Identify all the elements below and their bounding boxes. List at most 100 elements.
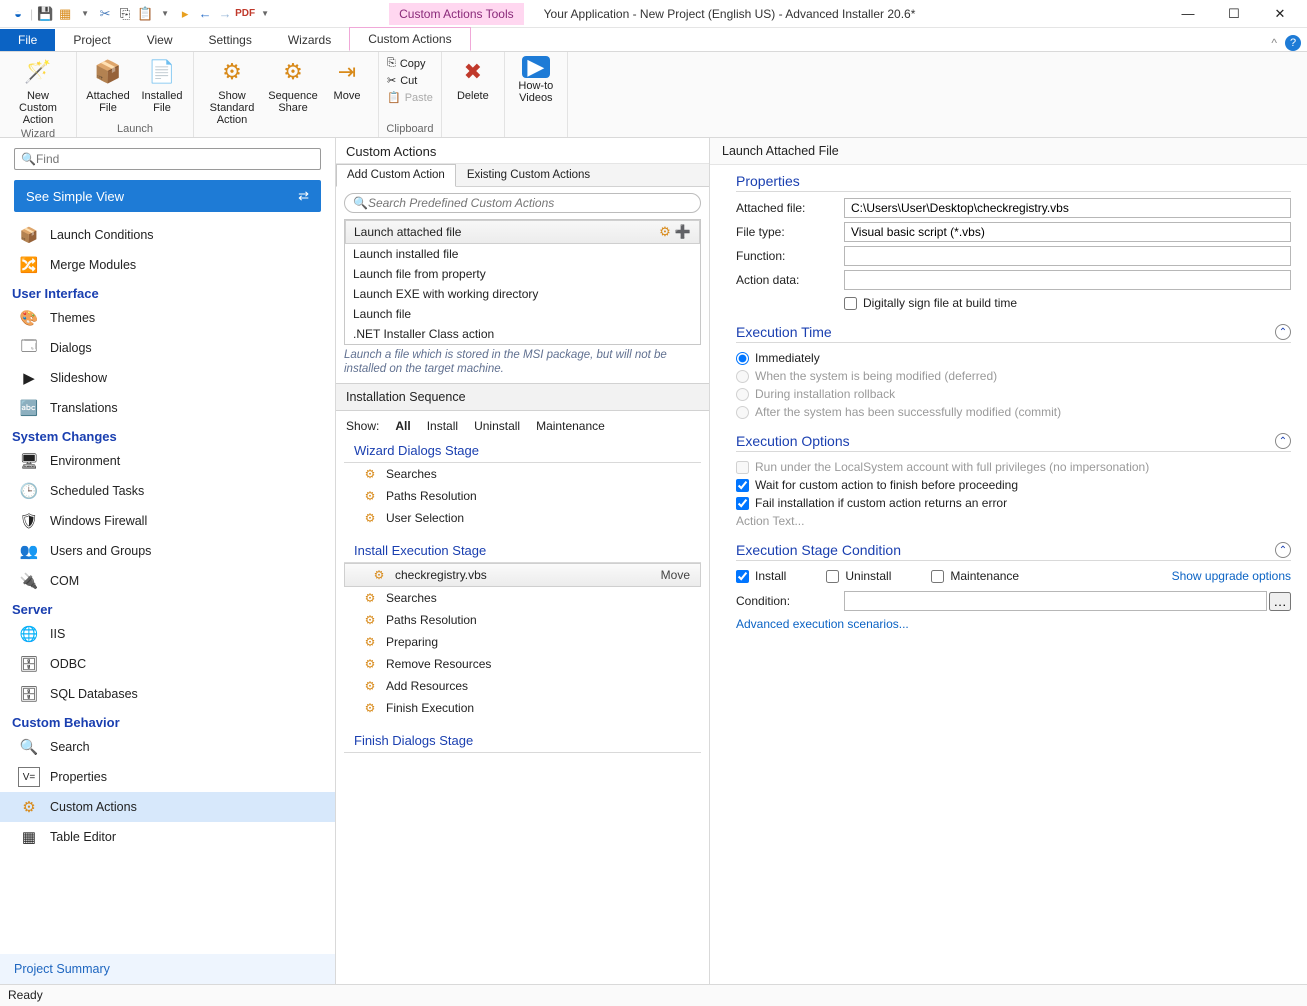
- ca-search-input[interactable]: [368, 196, 692, 210]
- nav-sql[interactable]: 🗄SQL Databases: [0, 679, 335, 709]
- stage-item[interactable]: ⚙Searches: [336, 463, 709, 485]
- nav-environment[interactable]: 🖥Environment: [0, 446, 335, 476]
- delete-button[interactable]: ✖Delete: [448, 54, 498, 121]
- paste-icon[interactable]: 📋: [137, 6, 153, 22]
- nav-slideshow[interactable]: ▶Slideshow: [0, 363, 335, 393]
- nav-search-input[interactable]: [36, 152, 314, 166]
- stage-item[interactable]: ⚙Finish Execution: [336, 697, 709, 719]
- nav-themes[interactable]: 🎨Themes: [0, 303, 335, 333]
- ca-row[interactable]: Launch file from property: [345, 264, 700, 284]
- ca-row[interactable]: Launch file: [345, 304, 700, 324]
- cond-install-checkbox[interactable]: [736, 570, 749, 583]
- nav-search[interactable]: 🔍: [14, 148, 321, 170]
- nav-search-item[interactable]: 🔍Search: [0, 732, 335, 762]
- ca-row[interactable]: Launch EXE with working directory: [345, 284, 700, 304]
- nav-custom-actions[interactable]: ⚙Custom Actions: [0, 792, 335, 822]
- paste-button[interactable]: 📋Paste: [385, 90, 435, 105]
- stage-item[interactable]: ⚙Preparing: [336, 631, 709, 653]
- nav-iis[interactable]: 🌐IIS: [0, 619, 335, 649]
- tab-wizards[interactable]: Wizards: [270, 29, 349, 51]
- filter-all[interactable]: All: [395, 419, 410, 433]
- nav-users-groups[interactable]: 👥Users and Groups: [0, 536, 335, 566]
- stage-item[interactable]: ⚙Add Resources: [336, 675, 709, 697]
- nav-scheduled-tasks[interactable]: 🕒Scheduled Tasks: [0, 476, 335, 506]
- nav-table-editor[interactable]: ▦Table Editor: [0, 822, 335, 852]
- nav-com[interactable]: 🔌COM: [0, 566, 335, 596]
- filter-uninstall[interactable]: Uninstall: [474, 419, 520, 433]
- minimize-button[interactable]: —: [1165, 0, 1211, 28]
- filetype-input[interactable]: [844, 222, 1291, 242]
- stage-item[interactable]: ⚙Paths Resolution: [336, 609, 709, 631]
- cond-maint-checkbox[interactable]: [931, 570, 944, 583]
- tab-existing-ca[interactable]: Existing Custom Actions: [456, 164, 601, 186]
- nav-properties[interactable]: V=Properties: [0, 762, 335, 792]
- close-button[interactable]: ✕: [1257, 0, 1303, 28]
- new-custom-action-button[interactable]: 🪄 New Custom Action: [6, 54, 70, 126]
- simple-view-button[interactable]: See Simple View ⇄: [14, 180, 321, 212]
- move-button[interactable]: ⇥Move: [322, 54, 372, 126]
- stage-item[interactable]: ⚙User Selection: [336, 507, 709, 529]
- cut-button[interactable]: ✂Cut: [385, 73, 435, 88]
- show-standard-button[interactable]: ⚙Show Standard Action: [200, 54, 264, 126]
- opt-fail-checkbox[interactable]: [736, 497, 749, 510]
- copy-icon[interactable]: ⎘: [117, 6, 133, 22]
- radio-immediate[interactable]: [736, 352, 749, 365]
- tab-view[interactable]: View: [129, 29, 191, 51]
- collapse-icon[interactable]: ⌃: [1275, 324, 1291, 340]
- collapse-icon[interactable]: ⌃: [1275, 433, 1291, 449]
- ribbon-collapse-icon[interactable]: ^: [1271, 36, 1277, 50]
- filter-maintenance[interactable]: Maintenance: [536, 419, 605, 433]
- condition-input[interactable]: [844, 591, 1267, 611]
- stage-item[interactable]: ⚙Paths Resolution: [336, 485, 709, 507]
- nav-odbc[interactable]: 🗄ODBC: [0, 649, 335, 679]
- add-seq-icon[interactable]: ⚙: [659, 224, 671, 240]
- function-input[interactable]: [844, 246, 1291, 266]
- project-summary-button[interactable]: Project Summary: [0, 954, 335, 984]
- howto-button[interactable]: ▶How-to Videos: [511, 54, 561, 121]
- tab-settings[interactable]: Settings: [191, 29, 270, 51]
- installed-file-button[interactable]: 📄Installed File: [137, 54, 187, 121]
- qat-customize-icon[interactable]: ▼: [257, 6, 273, 22]
- forward-icon[interactable]: →: [217, 6, 233, 22]
- ca-row-launch-attached[interactable]: Launch attached file ⚙➕: [345, 220, 700, 244]
- dropdown-icon[interactable]: ▼: [77, 6, 93, 22]
- tab-project[interactable]: Project: [55, 29, 128, 51]
- tab-file[interactable]: File: [0, 29, 55, 51]
- pdf-icon[interactable]: PDF: [237, 6, 253, 22]
- help-icon[interactable]: ?: [1285, 35, 1301, 51]
- ca-row[interactable]: Launch installed file: [345, 244, 700, 264]
- nav-translations[interactable]: 🔤Translations: [0, 393, 335, 423]
- move-link[interactable]: Move: [661, 568, 690, 582]
- grid-icon[interactable]: ▦: [57, 6, 73, 22]
- nav-firewall[interactable]: 🛡Windows Firewall: [0, 506, 335, 536]
- add-noseq-icon[interactable]: ➕: [675, 224, 691, 240]
- sequence-share-button[interactable]: ⚙Sequence Share: [268, 54, 318, 126]
- attached-file-button[interactable]: 📦Attached File: [83, 54, 133, 121]
- condition-browse[interactable]: …: [1269, 592, 1291, 611]
- adv-scenarios-link[interactable]: Advanced execution scenarios...: [736, 617, 909, 631]
- nav-dialogs[interactable]: 🗔Dialogs: [0, 333, 335, 363]
- nav-merge-modules[interactable]: 🔀Merge Modules: [0, 250, 335, 280]
- opt-wait-checkbox[interactable]: [736, 479, 749, 492]
- tab-add-ca[interactable]: Add Custom Action: [336, 164, 456, 187]
- cut-icon[interactable]: ✂: [97, 6, 113, 22]
- maximize-button[interactable]: ☐: [1211, 0, 1257, 28]
- collapse-icon[interactable]: ⌃: [1275, 542, 1291, 558]
- stage-item[interactable]: ⚙Searches: [336, 587, 709, 609]
- ca-row[interactable]: .NET Installer Class action: [345, 324, 700, 344]
- cond-uninstall-checkbox[interactable]: [826, 570, 839, 583]
- dropdown2-icon[interactable]: ▼: [157, 6, 173, 22]
- save-icon[interactable]: 💾: [37, 6, 53, 22]
- back-icon[interactable]: ←: [197, 6, 213, 22]
- nav-launch-conditions[interactable]: 📦Launch Conditions: [0, 220, 335, 250]
- ca-search[interactable]: 🔍: [344, 193, 701, 213]
- run-icon[interactable]: ▸: [177, 6, 193, 22]
- copy-button[interactable]: ⎘Copy: [385, 56, 435, 71]
- attached-file-input[interactable]: [844, 198, 1291, 218]
- stage-item-selected[interactable]: ⚙checkregistry.vbsMove: [344, 563, 701, 587]
- sign-checkbox[interactable]: [844, 297, 857, 310]
- upgrade-link[interactable]: Show upgrade options: [1172, 569, 1291, 583]
- actiondata-input[interactable]: [844, 270, 1291, 290]
- ca-list[interactable]: Launch attached file ⚙➕ Launch installed…: [344, 219, 701, 345]
- tab-custom-actions[interactable]: Custom Actions: [349, 27, 470, 51]
